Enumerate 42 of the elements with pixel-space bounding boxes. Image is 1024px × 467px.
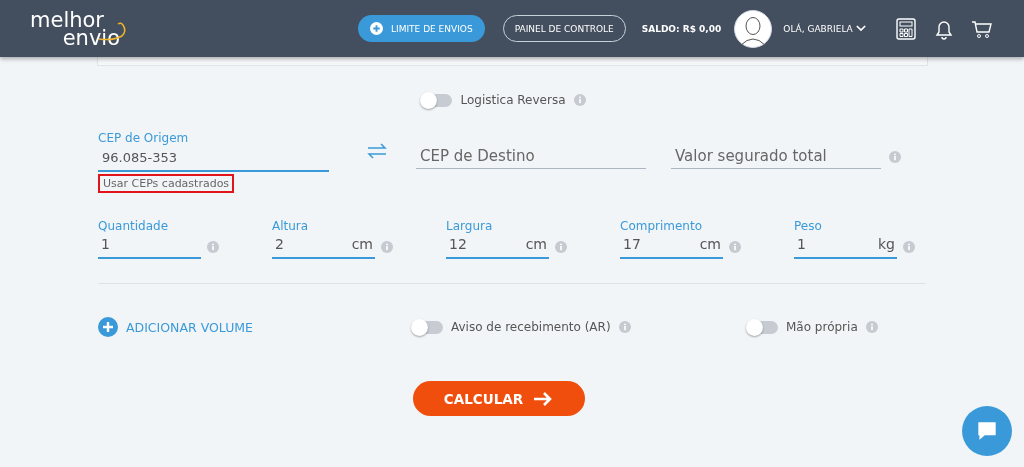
dimension-field[interactable]: 1 kg xyxy=(794,234,897,259)
plus-icon xyxy=(370,22,383,35)
destination-field[interactable]: CEP de Destino xyxy=(416,144,646,169)
user-menu[interactable]: OLÁ, GABRIELA xyxy=(783,23,866,34)
toggle-switch[interactable] xyxy=(422,93,453,107)
arrow-right-icon xyxy=(533,391,554,406)
field-label: Quantidade xyxy=(98,219,170,234)
swap-icon[interactable] xyxy=(366,143,388,159)
info-icon[interactable] xyxy=(729,240,741,253)
info-icon[interactable] xyxy=(207,240,219,253)
info-icon[interactable] xyxy=(903,240,915,253)
dimension-field[interactable]: 12 cm xyxy=(446,234,549,259)
info-icon[interactable] xyxy=(618,321,631,333)
calculator-icon[interactable] xyxy=(893,16,918,41)
calculate-button[interactable]: CALCULAR xyxy=(412,381,585,416)
info-icon[interactable] xyxy=(865,321,878,333)
info-icon[interactable] xyxy=(381,240,393,253)
field-label: Peso xyxy=(794,219,823,234)
option-label: Aviso de recebimento (AR) xyxy=(451,320,611,334)
logo[interactable]: melhor envio xyxy=(30,10,126,47)
option-label: Logistica Reversa xyxy=(460,93,566,107)
avatar-icon[interactable] xyxy=(733,8,774,49)
option-label: Mão própria xyxy=(786,320,858,334)
field-label: Largura xyxy=(446,219,494,234)
origin-field[interactable]: 96.085-353 xyxy=(98,146,329,172)
field-label: CEP de Origem xyxy=(98,131,190,146)
plus-icon xyxy=(98,317,118,337)
chat-button[interactable] xyxy=(962,406,1012,456)
info-icon[interactable] xyxy=(889,151,901,163)
balance-text: SALDO: R$ 0,00 xyxy=(641,23,722,34)
dimension-field[interactable]: 17 cm xyxy=(620,234,723,259)
field-label: Altura xyxy=(272,219,310,234)
insured-value-field[interactable]: Valor segurado total xyxy=(671,144,881,169)
info-icon[interactable] xyxy=(573,94,586,106)
field-label: Comprimento xyxy=(620,219,704,234)
dimension-field[interactable]: 1 xyxy=(98,234,201,259)
toggle-switch[interactable] xyxy=(413,320,443,334)
chevron-down-icon xyxy=(855,25,866,32)
info-icon[interactable] xyxy=(555,240,567,253)
toggle-switch[interactable] xyxy=(748,320,778,334)
dimension-field[interactable]: 2 cm xyxy=(272,234,375,259)
saved-ceps-link[interactable]: Usar CEPs cadastrados xyxy=(98,174,235,193)
